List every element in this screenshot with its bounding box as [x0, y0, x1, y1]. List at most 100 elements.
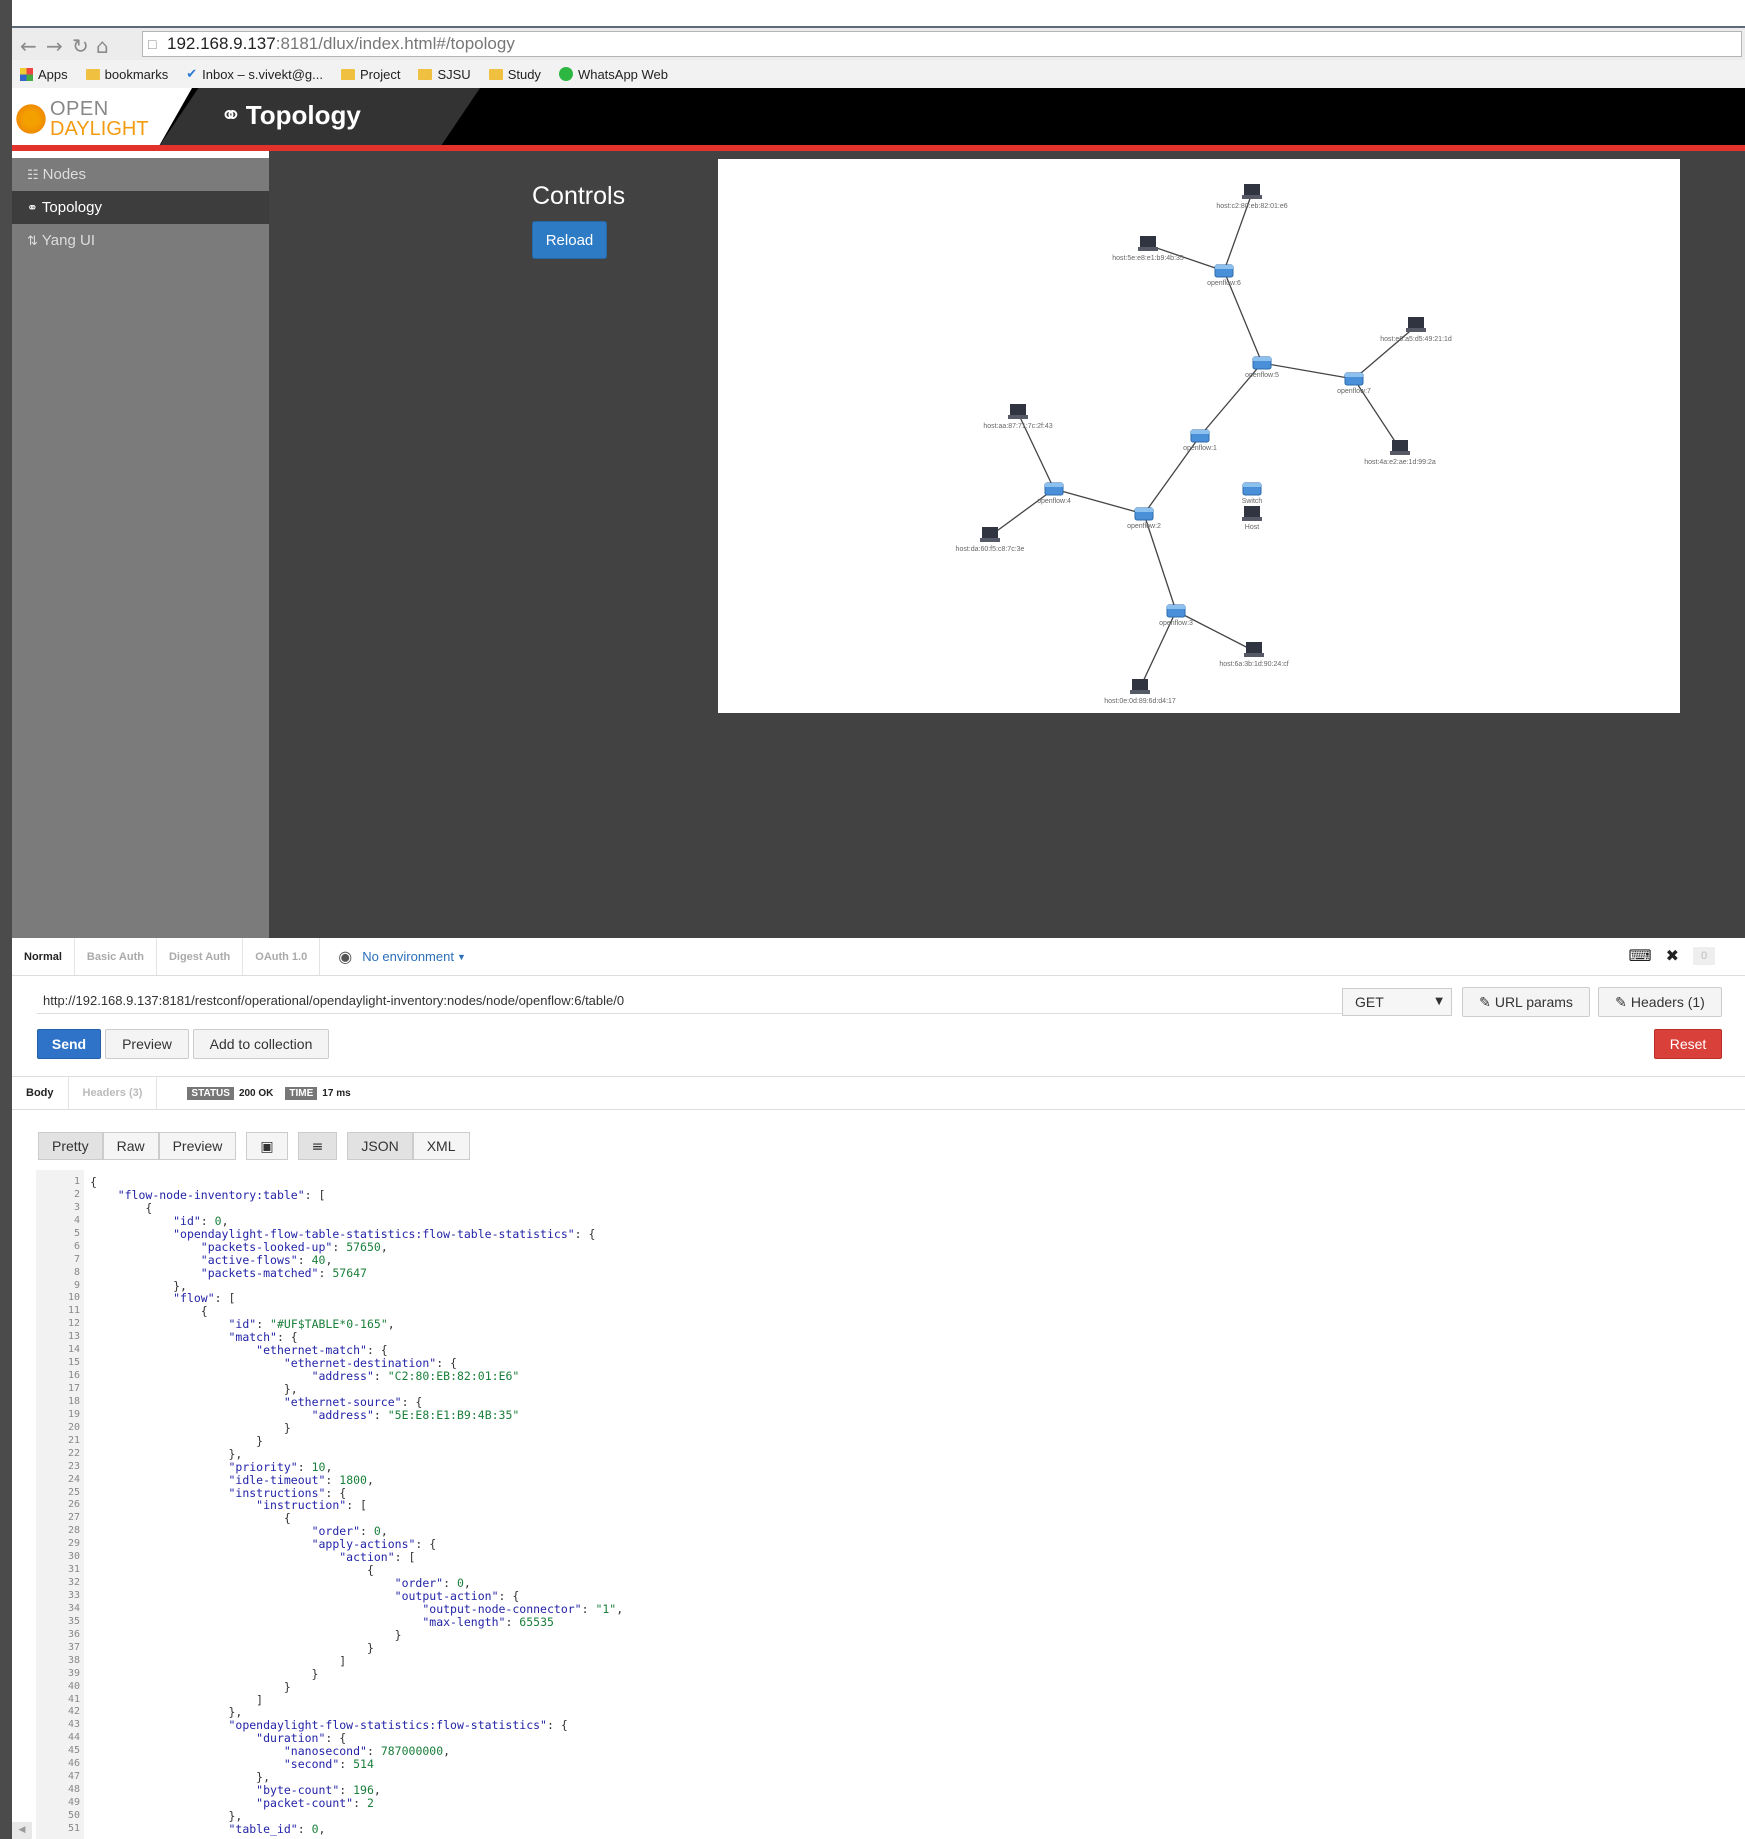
- bookmark-3[interactable]: Project: [340, 67, 400, 82]
- host-label: host:aa:87:71:7c:2f:43: [983, 423, 1052, 430]
- line-number: 15: [67, 1357, 80, 1369]
- sidebar-item-label: Nodes: [42, 166, 87, 183]
- code-line: 50 },: [36, 1810, 623, 1823]
- bookmark-0[interactable]: Apps: [20, 67, 68, 82]
- reload-button[interactable]: Reload: [532, 221, 607, 259]
- switch-node-icon[interactable]: [1134, 507, 1154, 521]
- host-node-icon[interactable]: [1242, 184, 1262, 199]
- code-text: }: [90, 1433, 264, 1448]
- xml-button[interactable]: XML: [412, 1132, 470, 1160]
- logo-text-daylight: DAYLIGHT: [50, 118, 149, 140]
- line-number: 34: [67, 1602, 80, 1614]
- line-number: 17: [67, 1383, 80, 1394]
- preview-button[interactable]: Preview: [105, 1029, 189, 1059]
- host-node-icon[interactable]: [1406, 317, 1426, 332]
- odl-logo[interactable]: OPEN DAYLIGHT: [12, 88, 192, 145]
- topology-graph-panel[interactable]: openflow:6 openflow:5 openflow:7 openflow:1…: [718, 159, 1680, 713]
- link-line: [1353, 325, 1417, 380]
- response-code-viewer[interactable]: 1{2 "flow-node-inventory:table": [3 {4 "…: [36, 1170, 1745, 1839]
- code-line: 22 },: [36, 1447, 623, 1461]
- host-node-icon[interactable]: [1138, 236, 1158, 251]
- code-text: "packets-matched": 57647: [200, 1265, 367, 1280]
- home-icon[interactable]: ⌂: [96, 34, 109, 58]
- forward-icon[interactable]: →: [46, 34, 63, 58]
- line-number: 44: [67, 1732, 80, 1744]
- code-text: "flow-node-inventory:table": [: [117, 1187, 326, 1202]
- tab-oauth-1-0[interactable]: OAuth 1.0: [243, 938, 321, 975]
- reload-icon[interactable]: ↻: [72, 34, 89, 58]
- line-number: 6: [73, 1240, 80, 1252]
- host-node-icon[interactable]: [1130, 679, 1150, 694]
- tab-basic-auth[interactable]: Basic Auth: [75, 938, 157, 975]
- switch-node-icon[interactable]: [1214, 264, 1234, 278]
- switch-node-icon[interactable]: [1044, 482, 1064, 496]
- line-number: 35: [67, 1615, 80, 1627]
- line-number: 39: [67, 1667, 80, 1679]
- scroll-left-icon[interactable]: ◀: [12, 1822, 32, 1839]
- bookmark-2[interactable]: ✔ Inbox – s.vivekt@g...: [186, 67, 323, 82]
- environment-select[interactable]: ◉ No environment ▼: [320, 938, 466, 975]
- bookmark-4[interactable]: SJSU: [418, 67, 471, 82]
- notification-badge[interactable]: 0: [1693, 946, 1715, 965]
- host-node-icon[interactable]: [980, 527, 1000, 542]
- switch-node-icon[interactable]: [1190, 429, 1210, 443]
- host-node-icon[interactable]: [1244, 642, 1264, 657]
- url-params-button[interactable]: ✎ URL params: [1462, 987, 1590, 1017]
- headers-button[interactable]: ✎ Headers (1): [1598, 987, 1722, 1017]
- sidebar-item-topology[interactable]: ⚭ Topology: [12, 191, 269, 224]
- back-icon[interactable]: ←: [20, 34, 37, 58]
- code-text: }: [90, 1420, 291, 1435]
- switch-label: openflow:3: [1159, 620, 1193, 627]
- reset-button[interactable]: Reset: [1654, 1029, 1722, 1059]
- tools-icon[interactable]: ✖: [1666, 946, 1679, 965]
- switch-label: openflow:4: [1037, 498, 1071, 505]
- send-button[interactable]: Send: [37, 1029, 101, 1059]
- switch-node-icon[interactable]: [1344, 372, 1364, 386]
- url-omnibox[interactable]: □ 192.168.9.137:8181/dlux/index.html#/to…: [142, 31, 1742, 57]
- code-text: }: [90, 1627, 402, 1642]
- tab-digest-auth[interactable]: Digest Auth: [157, 938, 244, 975]
- time-label: TIME: [285, 1086, 318, 1100]
- tab-headers[interactable]: Headers (3): [69, 1076, 158, 1110]
- topology-graph[interactable]: openflow:6 openflow:5 openflow:7 openflow:1…: [718, 159, 1680, 713]
- whatsapp-icon: [558, 67, 573, 81]
- code-text: {: [90, 1175, 97, 1189]
- keyboard-icon[interactable]: ⌨: [1629, 946, 1652, 965]
- folder-icon: [488, 68, 503, 80]
- line-number: 21: [67, 1434, 80, 1446]
- fullscreen-icon[interactable]: ▣: [246, 1132, 288, 1160]
- switch-node-icon[interactable]: [1166, 604, 1186, 618]
- sidebar-item-yang-ui[interactable]: ⇅ Yang UI: [12, 224, 269, 257]
- legend-switch-icon[interactable]: [1242, 482, 1262, 496]
- address-bar-row: ← → ↻ ⌂ □ 192.168.9.137:8181/dlux/index.…: [12, 26, 1745, 60]
- bookmark-1[interactable]: bookmarks: [85, 67, 168, 82]
- bookmark-6[interactable]: WhatsApp Web: [558, 67, 668, 82]
- code-line: 3 {: [36, 1201, 623, 1215]
- wrap-toggle-icon[interactable]: ≡: [297, 1132, 338, 1160]
- request-url-input[interactable]: http://192.168.9.137:8181/restconf/opera…: [37, 988, 1345, 1014]
- line-number: 20: [67, 1421, 80, 1433]
- tab-normal[interactable]: Normal: [12, 938, 75, 975]
- response-preview-button[interactable]: Preview: [158, 1132, 237, 1160]
- code-line: 49 "packet-count": 2: [36, 1797, 623, 1810]
- tab-body[interactable]: Body: [12, 1076, 69, 1110]
- method-select[interactable]: GET ▼: [1342, 988, 1452, 1016]
- host-node-icon[interactable]: [1390, 440, 1410, 455]
- edit-icon: ✎: [1615, 995, 1627, 1011]
- top-right-tools: ⌨ ✖ 0: [1629, 946, 1715, 965]
- json-button[interactable]: JSON: [347, 1132, 413, 1160]
- host-node-icon[interactable]: [1008, 404, 1028, 419]
- switch-node-icon[interactable]: [1252, 356, 1272, 370]
- line-number: 40: [67, 1680, 80, 1692]
- code-line: 21 }: [36, 1433, 623, 1448]
- sidebar-item-nodes[interactable]: ☷ Nodes: [12, 158, 269, 191]
- line-number: 33: [67, 1590, 80, 1601]
- caret-down-icon: ▼: [1435, 996, 1443, 1007]
- raw-button[interactable]: Raw: [102, 1132, 159, 1160]
- line-number: 36: [67, 1628, 80, 1640]
- line-number: 32: [67, 1577, 80, 1589]
- add-to-collection-button[interactable]: Add to collection: [193, 1029, 329, 1059]
- legend-host-icon[interactable]: [1242, 506, 1262, 521]
- pretty-button[interactable]: Pretty: [38, 1132, 103, 1160]
- bookmark-5[interactable]: Study: [488, 67, 541, 82]
